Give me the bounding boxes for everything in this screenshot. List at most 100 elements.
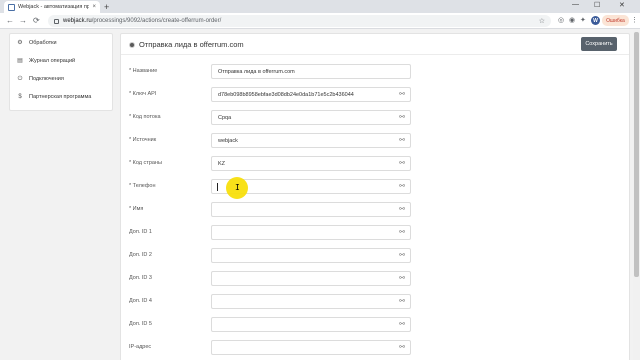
maximize-icon[interactable]: ☐	[594, 1, 600, 9]
field-label: Доп. ID 1	[129, 229, 152, 235]
extra-id-2-input[interactable]: ⚯	[211, 248, 411, 263]
address-bar[interactable]: webjack.ru /processings/9092/actions/cre…	[48, 15, 551, 27]
field-value: Отправка лида в offerrum.com	[218, 69, 295, 75]
country-code-input[interactable]: KZ ⚯	[211, 156, 411, 171]
sidebar-item-log[interactable]: ▤ Журнал операций	[10, 52, 112, 70]
sidebar-item-label: Обработки	[29, 40, 57, 46]
tab-title: Webjack - автоматизация про...	[18, 4, 90, 10]
error-button[interactable]: Ошибка	[602, 15, 629, 26]
field-row-name: * Название Отправка лида в offerrum.com	[121, 64, 629, 80]
link-icon[interactable]: ⚯	[399, 206, 405, 213]
link-icon[interactable]: ⚯	[399, 344, 405, 351]
page-title: Отправка лида в offerrum.com	[139, 40, 244, 49]
scrollbar-thumb[interactable]	[634, 32, 639, 277]
link-icon[interactable]: ⚯	[399, 160, 405, 167]
field-row-first-name: * Имя ⚯	[121, 202, 629, 218]
field-row-phone: * Телефон ⚯	[121, 179, 629, 195]
field-row-source: * Источник webjack ⚯	[121, 133, 629, 149]
ip-address-input[interactable]: ⚯	[211, 340, 411, 355]
browser-tab-bar: Webjack - автоматизация про... × + — ☐ ✕	[0, 0, 640, 13]
new-tab-button[interactable]: +	[104, 2, 109, 12]
field-label: * Код потока	[129, 114, 161, 120]
bookmark-star-icon[interactable]: ☆	[539, 17, 545, 25]
dollar-icon: $	[18, 94, 22, 100]
field-label: * Имя	[129, 206, 144, 212]
field-row-extra-id-5: Доп. ID 5 ⚯	[121, 317, 629, 333]
field-row-stream-code: * Код потока Cpqa ⚯	[121, 110, 629, 126]
log-icon: ▤	[17, 58, 23, 64]
ibeam-cursor-icon: I	[235, 183, 240, 192]
reload-icon[interactable]: ⟳	[33, 16, 40, 25]
api-key-input[interactable]: d78eb098b8958ebfae3d08db24e0da1b71e5c2b4…	[211, 87, 411, 102]
link-icon[interactable]: ⚯	[399, 298, 405, 305]
sidebar-item-label: Подключения	[29, 76, 64, 82]
tab-close-icon[interactable]: ×	[92, 4, 96, 10]
link-icon[interactable]: ⚯	[399, 91, 405, 98]
link-icon[interactable]: ⚯	[399, 275, 405, 282]
field-label: * Телефон	[129, 183, 156, 189]
field-label: Доп. ID 5	[129, 321, 152, 327]
field-row-api-key: * Ключ API d78eb098b8958ebfae3d08db24e0d…	[121, 87, 629, 103]
field-label: * Источник	[129, 137, 157, 143]
field-value: d78eb098b8958ebfae3d08db24e0da1b71e5c2b4…	[218, 92, 354, 98]
form-header: Отправка лида в offerrum.com Сохранить	[121, 34, 629, 55]
extra-id-5-input[interactable]: ⚯	[211, 317, 411, 332]
field-value: Cpqa	[218, 115, 232, 121]
extra-id-3-input[interactable]: ⚯	[211, 271, 411, 286]
gear-icon: ⚙	[17, 40, 23, 46]
extra-id-4-input[interactable]: ⚯	[211, 294, 411, 309]
extension-icon[interactable]: ◎	[558, 16, 564, 24]
extension-icon-2[interactable]: ◉	[569, 16, 575, 24]
field-row-extra-id-2: Доп. ID 2 ⚯	[121, 248, 629, 264]
puzzle-icon[interactable]: ✦	[580, 16, 586, 24]
field-row-extra-id-1: Доп. ID 1 ⚯	[121, 225, 629, 241]
first-name-input[interactable]: ⚯	[211, 202, 411, 217]
field-label: * Код страны	[129, 160, 162, 166]
field-label: Доп. ID 4	[129, 298, 152, 304]
link-icon[interactable]: ⚯	[399, 229, 405, 236]
extra-id-1-input[interactable]: ⚯	[211, 225, 411, 240]
minimize-icon[interactable]: —	[572, 1, 579, 8]
back-icon[interactable]: ←	[6, 16, 14, 25]
field-value: webjack	[218, 138, 238, 144]
field-row-ip-address: IP-адрес ⚯	[121, 340, 629, 356]
save-button[interactable]: Сохранить	[581, 37, 617, 51]
field-label: Доп. ID 2	[129, 252, 152, 258]
sidebar-item-partner[interactable]: $ Партнерская программа	[10, 88, 112, 106]
link-icon[interactable]: ⚯	[399, 252, 405, 259]
link-icon[interactable]: ⚯	[399, 183, 405, 190]
browser-tab[interactable]: Webjack - автоматизация про... ×	[4, 1, 100, 13]
field-row-extra-id-3: Доп. ID 3 ⚯	[121, 271, 629, 287]
profile-avatar[interactable]: W	[591, 16, 600, 25]
page-scrollbar[interactable]	[633, 30, 640, 360]
stream-code-input[interactable]: Cpqa ⚯	[211, 110, 411, 125]
url-host: webjack.ru	[63, 18, 92, 24]
name-input[interactable]: Отправка лида в offerrum.com	[211, 64, 411, 79]
field-row-country-code: * Код страны KZ ⚯	[121, 156, 629, 172]
link-icon[interactable]: ⚯	[399, 321, 405, 328]
webjack-favicon-icon	[8, 3, 15, 11]
sidebar: ⚙ Обработки ▤ Журнал операций ⏻ Подключе…	[9, 33, 113, 111]
link-icon[interactable]: ⚯	[399, 114, 405, 121]
browser-menu-icon[interactable]: ⋮	[631, 16, 638, 24]
lock-icon	[54, 18, 59, 24]
sidebar-item-label: Партнерская программа	[29, 94, 92, 100]
source-input[interactable]: webjack ⚯	[211, 133, 411, 148]
sidebar-item-label: Журнал операций	[29, 58, 76, 64]
field-value: KZ	[218, 161, 226, 167]
status-dot-icon	[129, 42, 135, 48]
action-form-panel: Отправка лида в offerrum.com Сохранить *…	[120, 33, 630, 360]
link-icon[interactable]: ⚯	[399, 137, 405, 144]
forward-icon[interactable]: →	[19, 16, 27, 25]
field-label: IP-адрес	[129, 344, 152, 350]
sidebar-item-connections[interactable]: ⏻ Подключения	[10, 70, 112, 88]
plug-icon: ⏻	[17, 76, 23, 82]
text-caret	[217, 183, 218, 191]
sidebar-item-processings[interactable]: ⚙ Обработки	[10, 34, 112, 52]
url-path: /processings/9092/actions/create-offerru…	[91, 18, 222, 24]
browser-toolbar: ← → ⟳ webjack.ru /processings/9092/actio…	[0, 13, 640, 29]
field-label: * Название	[129, 68, 158, 74]
field-label: * Ключ API	[129, 91, 157, 97]
field-row-extra-id-4: Доп. ID 4 ⚯	[121, 294, 629, 310]
close-window-icon[interactable]: ✕	[619, 1, 625, 9]
